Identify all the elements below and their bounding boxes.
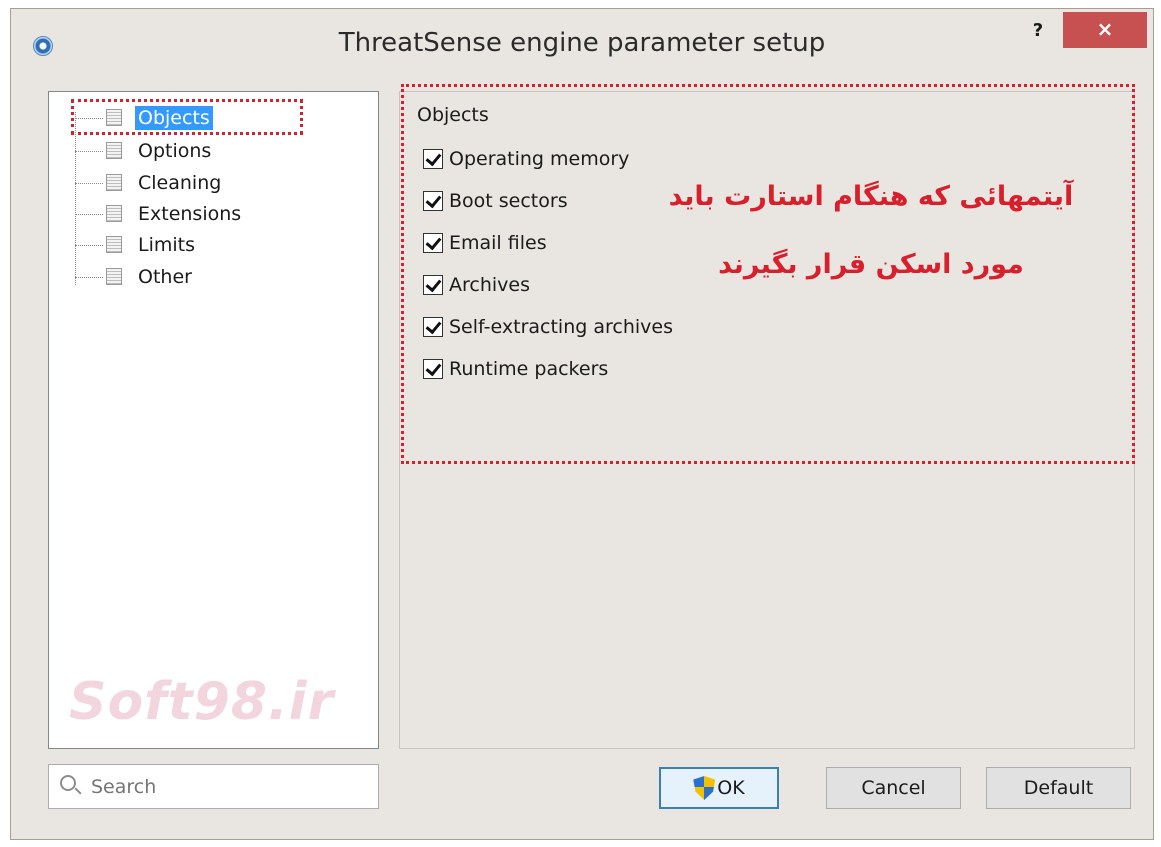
tree-item-label: Cleaning [138, 172, 222, 194]
ok-button[interactable]: OK [659, 767, 779, 809]
tree-item-label: Extensions [138, 203, 242, 225]
search-box[interactable] [48, 764, 379, 809]
watermark-logo: Soft98.ir [69, 672, 335, 732]
tree-item-other[interactable]: Other [49, 262, 349, 292]
page-icon [106, 205, 122, 222]
search-input[interactable] [89, 771, 363, 803]
tree-item-label: Other [138, 266, 192, 288]
selection-highlight-outline [71, 99, 303, 135]
help-button[interactable]: ? [1017, 17, 1059, 45]
dialog-window: ThreatSense engine parameter setup ? × O… [10, 8, 1154, 840]
cancel-button[interactable]: Cancel [826, 767, 961, 809]
title-bar[interactable]: ThreatSense engine parameter setup ? × [11, 9, 1153, 81]
page-icon [106, 174, 122, 191]
window-title: ThreatSense engine parameter setup [338, 28, 826, 58]
uac-shield-icon [693, 776, 716, 800]
ok-button-label: OK [717, 777, 745, 799]
page-icon [106, 268, 122, 285]
page-icon [106, 142, 122, 159]
search-icon [60, 775, 76, 791]
close-icon: × [1096, 17, 1114, 41]
tree-item-extensions[interactable]: Extensions [49, 199, 349, 229]
close-button[interactable]: × [1063, 12, 1147, 48]
tree-item-limits[interactable]: Limits [49, 230, 349, 260]
objects-highlight-outline [401, 84, 1135, 464]
tree-item-label: Limits [138, 234, 195, 256]
tree-item-cleaning[interactable]: Cleaning [49, 168, 349, 198]
default-button[interactable]: Default [986, 767, 1131, 809]
tree-item-label: Options [138, 140, 212, 162]
settings-tree[interactable]: Objects Options Cleaning Extensions Limi… [48, 91, 379, 749]
tree-item-options[interactable]: Options [49, 136, 349, 166]
page-icon [106, 236, 122, 253]
